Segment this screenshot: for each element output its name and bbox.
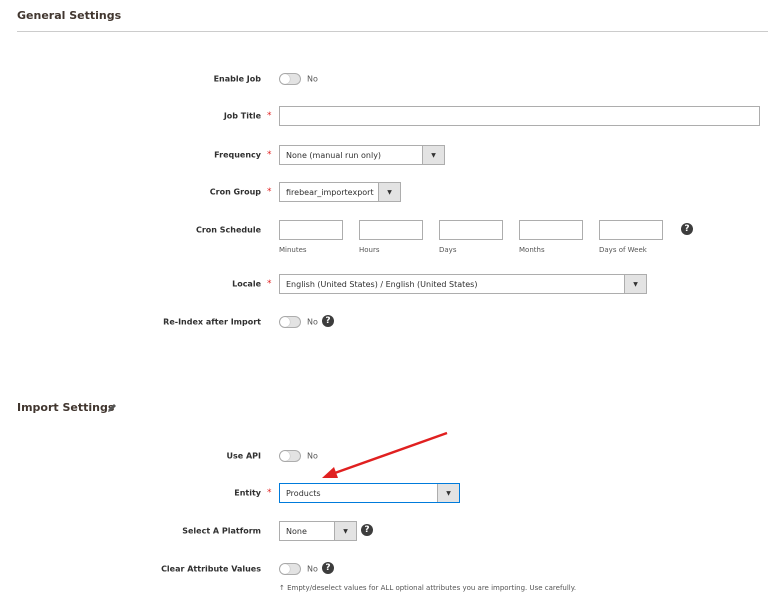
minutes-label: Minutes xyxy=(279,246,307,254)
required-mark: * xyxy=(267,150,272,160)
help-icon[interactable]: ? xyxy=(361,524,373,536)
entity-label: Entity xyxy=(234,488,261,498)
required-mark: * xyxy=(267,111,272,121)
use-api-toggle[interactable] xyxy=(279,450,301,462)
frequency-value: None (manual run only) xyxy=(286,150,382,160)
help-icon[interactable]: ? xyxy=(322,562,334,574)
clear-attr-value: No xyxy=(307,564,318,574)
days-of-week-label: Days of Week xyxy=(599,246,647,254)
reindex-label: Re-Index after Import xyxy=(163,317,261,327)
cron-months-input[interactable] xyxy=(519,220,583,240)
enable-job-label: Enable Job xyxy=(213,74,261,84)
chevron-down-icon: ▼ xyxy=(378,183,400,201)
divider xyxy=(17,31,768,32)
chevron-down-icon: ▼ xyxy=(334,522,356,540)
annotation-arrow xyxy=(322,431,448,478)
cron-group-label: Cron Group xyxy=(209,187,261,197)
help-icon[interactable]: ? xyxy=(322,315,334,327)
chevron-down-icon: ▼ xyxy=(624,275,646,293)
reindex-toggle[interactable] xyxy=(279,316,301,328)
import-settings-heading: Import Settings xyxy=(17,401,115,414)
required-mark: * xyxy=(267,187,272,197)
locale-label: Locale xyxy=(232,279,261,289)
job-title-input[interactable] xyxy=(279,106,760,126)
required-mark: * xyxy=(267,488,272,498)
enable-job-value: No xyxy=(307,74,318,84)
general-settings-heading: General Settings xyxy=(17,9,122,22)
locale-value: English (United States) / English (Unite… xyxy=(286,279,478,289)
cron-minutes-input[interactable] xyxy=(279,220,343,240)
clear-attr-note: ↑ Empty/deselect values for ALL optional… xyxy=(279,584,577,592)
job-title-label: Job Title xyxy=(223,111,261,121)
required-mark: * xyxy=(267,279,272,289)
cron-days-of-week-input[interactable] xyxy=(599,220,663,240)
entity-select[interactable]: Products ▼ xyxy=(279,483,460,503)
months-label: Months xyxy=(519,246,545,254)
days-label: Days xyxy=(439,246,457,254)
chevron-down-icon: ▼ xyxy=(437,484,459,502)
reindex-value: No xyxy=(307,317,318,327)
cron-schedule-label: Cron Schedule xyxy=(195,225,261,235)
cron-group-value: firebear_importexport xyxy=(286,187,374,197)
help-icon[interactable]: ? xyxy=(681,223,693,235)
cron-group-select[interactable]: firebear_importexport ▼ xyxy=(279,182,401,202)
locale-select[interactable]: English (United States) / English (Unite… xyxy=(279,274,647,294)
entity-value: Products xyxy=(286,488,321,498)
frequency-label: Frequency xyxy=(214,150,261,160)
pencil-icon[interactable] xyxy=(107,403,117,413)
use-api-label: Use API xyxy=(226,451,262,461)
use-api-value: No xyxy=(307,451,318,461)
frequency-select[interactable]: None (manual run only) ▼ xyxy=(279,145,445,165)
enable-job-toggle[interactable] xyxy=(279,73,301,85)
hours-label: Hours xyxy=(359,246,380,254)
cron-hours-input[interactable] xyxy=(359,220,423,240)
chevron-down-icon: ▼ xyxy=(422,146,444,164)
clear-attr-label: Clear Attribute Values xyxy=(161,564,261,574)
cron-days-input[interactable] xyxy=(439,220,503,240)
platform-value: None xyxy=(286,526,307,536)
platform-label: Select A Platform xyxy=(182,526,261,536)
clear-attr-toggle[interactable] xyxy=(279,563,301,575)
platform-select[interactable]: None ▼ xyxy=(279,521,357,541)
